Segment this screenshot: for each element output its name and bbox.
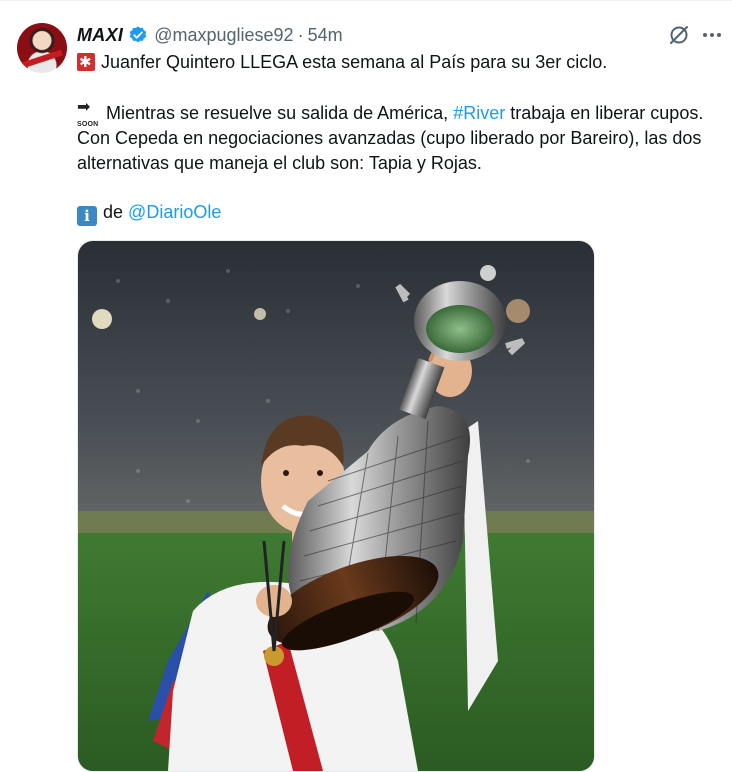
avatar[interactable] (17, 23, 67, 73)
hashtag-link[interactable]: #River (453, 103, 505, 123)
soon-arrow-icon: ➡ SOON (77, 100, 101, 129)
tweet-paragraph-2: ➡ SOON Mientras se resuelve su salida de A… (77, 100, 707, 176)
tweet-header: MAXI @maxpugliese92 · 54m (77, 23, 343, 47)
tweet-paragraph-3: i de @DiarioOle (77, 200, 707, 226)
author-handle[interactable]: @maxpugliese92 (154, 25, 293, 46)
soon-label: SOON (77, 121, 99, 128)
information-icon: i (77, 206, 97, 226)
more-icon[interactable] (700, 24, 724, 46)
top-divider (0, 0, 732, 1)
photo-illustration (78, 241, 594, 771)
siren-icon (77, 50, 95, 75)
verified-badge-icon (130, 26, 147, 43)
tweet-line-1: Juanfer Quintero LLEGA esta semana al Pa… (77, 50, 707, 75)
avatar-band (21, 49, 63, 69)
author-name[interactable]: MAXI (77, 25, 123, 46)
tweet-media-photo[interactable] (77, 240, 595, 772)
source-prefix: de (103, 202, 124, 222)
mention-link[interactable]: @DiarioOle (128, 202, 221, 222)
grok-icon[interactable] (668, 24, 690, 46)
tweet-timestamp[interactable]: 54m (308, 25, 343, 46)
header-separator: · (297, 24, 304, 45)
tweet-line-1-text: Juanfer Quintero LLEGA esta semana al Pa… (101, 52, 608, 72)
paragraph-2-before: Mientras se resuelve su salida de Améric… (106, 103, 449, 123)
